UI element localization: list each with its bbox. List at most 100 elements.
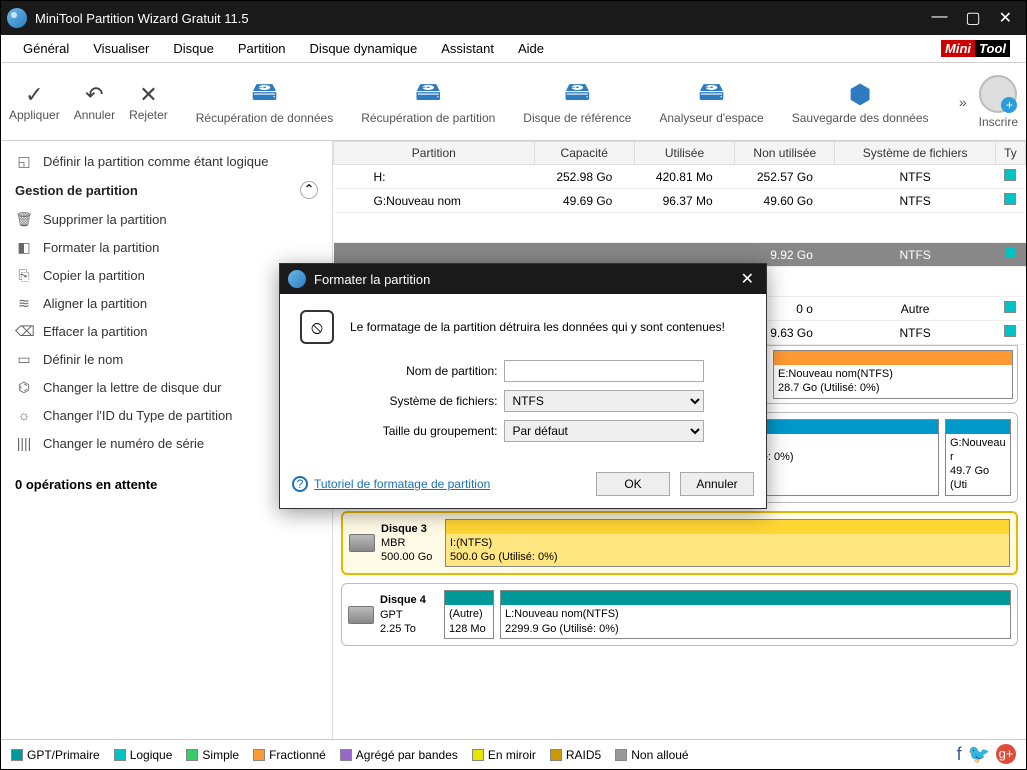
register-button[interactable]: Inscrire [979,75,1018,129]
check-icon: ✓ [9,82,60,108]
table-row [334,213,1026,243]
sidebar-item-label[interactable]: ▭Définir le nom [15,345,318,373]
menu-dyn[interactable]: Disque dynamique [298,39,430,58]
legend-item: Simple [186,748,239,762]
col-used[interactable]: Utilisée [634,142,734,165]
dialog-title: Formater la partition [314,272,430,287]
legend-item: Fractionné [253,748,326,762]
close-button[interactable]: ✕ [999,8,1012,28]
warning-icon: ⦸ [300,310,334,344]
x-icon: ✕ [129,82,168,108]
label-fs: Système de fichiers: [343,394,498,408]
rename-icon: ▭ [15,351,33,368]
statusbar: GPT/Primaire Logique Simple Fractionné A… [1,739,1026,769]
col-partition[interactable]: Partition [334,142,535,165]
gear-icon: ☼ [15,407,33,423]
usage-bar [774,351,1012,365]
facebook-icon[interactable]: f [957,744,962,765]
legend-item: GPT/Primaire [11,748,100,762]
titlebar: MiniTool Partition Wizard Gratuit 11.5 —… [1,1,1026,35]
collapse-button[interactable]: ⌃ [300,181,318,199]
googleplus-icon[interactable]: g+ [996,744,1016,764]
barcode-icon: |||| [15,435,33,451]
filesystem-select[interactable]: NTFS [504,390,704,412]
disk-row-selected[interactable]: Disque 3MBR500.00 Go I:(NTFS)500.0 Go (U… [341,511,1018,576]
copy-icon: ⎘ [15,267,33,284]
disk-row[interactable]: Disque 4GPT2.25 To (Autre)128 Mo L:Nouve… [341,583,1018,646]
partition-block[interactable]: L:Nouveau nom(NTFS)2299.9 Go (Utilisé: 0… [500,590,1011,639]
partition-name-input[interactable] [504,360,704,382]
eraser-icon: ⌫ [15,323,33,340]
label-name: Nom de partition: [343,364,498,378]
partition-block[interactable]: G:Nouveau r49.7 Go (Uti [945,419,1011,496]
app-icon [7,8,27,28]
hdd-refresh-icon: 🖴 [196,79,333,111]
backup-button[interactable]: ⬢Sauvegarde des données [792,79,929,125]
space-analyzer-button[interactable]: 🖴Analyseur d'espace [659,79,763,125]
legend-item: En miroir [472,748,536,762]
sidebar-item-format[interactable]: ◧Formater la partition [15,233,318,261]
sidebar-item-wipe[interactable]: ⌫Effacer la partition [15,317,318,345]
dropbox-icon: ⬢ [792,79,929,111]
legend-item: Logique [114,748,173,762]
menu-assistant[interactable]: Assistant [429,39,506,58]
drive-letter-icon: ⌬ [15,379,33,396]
col-free[interactable]: Non utilisée [735,142,835,165]
window-title: MiniTool Partition Wizard Gratuit 11.5 [35,11,931,26]
user-plus-icon [979,75,1017,113]
undo-icon: ↶ [74,82,115,108]
cluster-select[interactable]: Par défaut [504,420,704,442]
benchmark-button[interactable]: 🖴Disque de référence [523,79,631,125]
label-cluster: Taille du groupement: [343,424,498,438]
hdd-icon [348,606,374,624]
pending-ops: 0 opérations en attente [15,477,318,492]
sidebar-item-logical[interactable]: ◱Définir la partition comme étant logiqu… [15,147,318,175]
maximize-button[interactable]: ▢ [965,8,980,28]
sidebar-item-align[interactable]: ≋Aligner la partition [15,289,318,317]
hdd-icon [349,534,375,552]
partition-icon: ◱ [15,153,33,170]
close-icon[interactable]: ✕ [737,269,758,289]
warning-text: Le formatage de la partition détruira le… [350,320,725,334]
more-tools-button[interactable]: » [959,94,967,110]
hdd-ref-icon: 🖴 [523,79,631,111]
sidebar-item-delete[interactable]: 🗑Supprimer la partition [15,205,318,233]
sidebar-header: Gestion de partition [15,183,138,198]
hdd-scan-icon: 🖴 [659,79,763,111]
menubar: Général Visualiser Disque Partition Disq… [1,35,1026,63]
sidebar-item-serial[interactable]: ||||Changer le numéro de série [15,429,318,457]
sidebar-item-copy[interactable]: ⎘Copier la partition [15,261,318,289]
partition-recovery-button[interactable]: 🖴Récupération de partition [361,79,495,125]
table-row[interactable]: G:Nouveau nom49.69 Go96.37 Mo49.60 GoNTF… [334,189,1026,213]
ok-button[interactable]: OK [596,472,670,496]
partition-block[interactable]: E:Nouveau nom(NTFS) 28.7 Go (Utilisé: 0%… [773,350,1013,399]
menu-disque[interactable]: Disque [161,39,225,58]
partition-block[interactable]: (Autre)128 Mo [444,590,494,639]
help-icon: ? [292,476,308,492]
twitter-icon[interactable]: 🐦 [968,744,990,765]
cancel-button[interactable]: Annuler [680,472,754,496]
col-type[interactable]: Ty [995,142,1025,165]
menu-aide[interactable]: Aide [506,39,556,58]
data-recovery-button[interactable]: 🖴Récupération de données [196,79,333,125]
legend-item: Agrégé par bandes [340,748,458,762]
discard-button[interactable]: ✕Rejeter [129,82,168,122]
toolbar: ✓Appliquer ↶Annuler ✕Rejeter 🖴Récupérati… [1,63,1026,141]
minimize-button[interactable]: — [931,8,947,28]
table-row[interactable]: H:252.98 Go420.81 Mo252.57 GoNTFS [334,165,1026,189]
menu-visualiser[interactable]: Visualiser [81,39,161,58]
format-dialog: Formater la partition ✕ ⦸ Le formatage d… [279,263,767,509]
format-icon: ◧ [15,239,33,256]
legend-item: RAID5 [550,748,601,762]
help-link[interactable]: Tutoriel de formatage de partition [314,477,490,491]
brand-logo: MiniTool [941,41,1010,56]
col-capacity[interactable]: Capacité [534,142,634,165]
undo-button[interactable]: ↶Annuler [74,82,115,122]
sidebar-item-letter[interactable]: ⌬Changer la lettre de disque dur [15,373,318,401]
apply-button[interactable]: ✓Appliquer [9,82,60,122]
menu-partition[interactable]: Partition [226,39,298,58]
sidebar-item-typeid[interactable]: ☼Changer l'ID du Type de partition [15,401,318,429]
menu-general[interactable]: Général [11,39,81,58]
col-fs[interactable]: Système de fichiers [835,142,995,165]
partition-block[interactable]: I:(NTFS)500.0 Go (Utilisé: 0%) [445,519,1010,568]
